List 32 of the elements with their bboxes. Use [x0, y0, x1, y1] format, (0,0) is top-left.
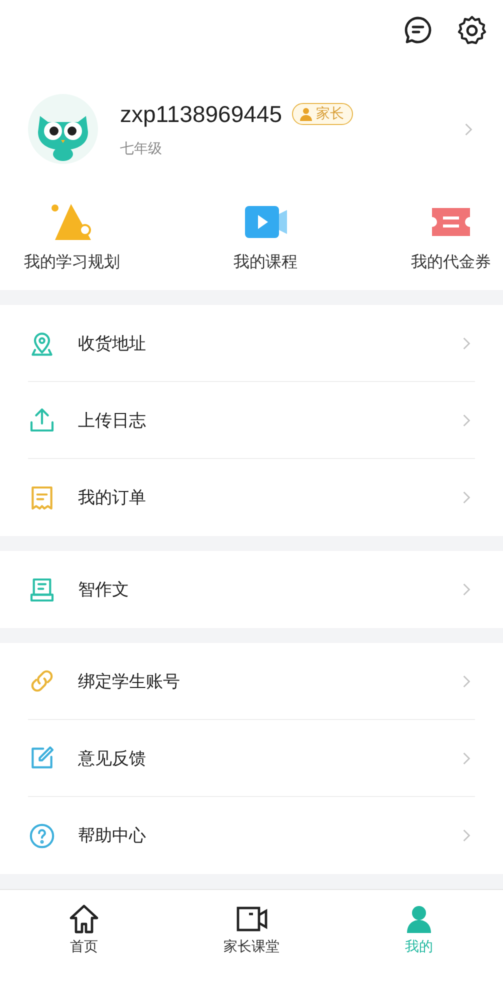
- username: zxp1138969445: [120, 100, 282, 128]
- owl-avatar[interactable]: [28, 94, 98, 164]
- shortcut-button[interactable]: 我的学习规划: [24, 202, 120, 290]
- menu-item[interactable]: 上传日志: [28, 382, 475, 459]
- chevron-icon: [464, 122, 473, 136]
- shortcut-button[interactable]: 我的课程: [234, 202, 298, 290]
- video-camera-icon: [236, 904, 268, 934]
- shortcut-button[interactable]: 我的代金券: [411, 202, 491, 290]
- grade-label: 七年级: [120, 140, 163, 158]
- chevron-icon: [462, 750, 471, 766]
- menu-item[interactable]: 收货地址: [28, 305, 475, 382]
- chevron-icon: [462, 336, 471, 350]
- chevron-icon: [462, 674, 471, 688]
- person-icon: [299, 107, 313, 121]
- message-icon[interactable]: [403, 15, 433, 45]
- help-icon: [28, 822, 56, 850]
- chevron-icon: [462, 412, 471, 428]
- chevron-icon: [462, 828, 471, 843]
- tab[interactable]: 家长课堂: [168, 904, 336, 974]
- menu-item[interactable]: 意见反馈: [28, 720, 475, 797]
- tab[interactable]: 首页: [0, 904, 168, 974]
- home-icon: [68, 904, 100, 934]
- upload-icon: [28, 406, 56, 434]
- settings-icon[interactable]: [457, 15, 487, 45]
- menu-item[interactable]: 智作文: [28, 551, 475, 628]
- chevron-icon: [462, 490, 471, 505]
- menu-item[interactable]: 绑定学生账号: [28, 643, 475, 720]
- chevron-icon: [462, 582, 471, 597]
- menu-item[interactable]: 帮助中心: [28, 797, 475, 874]
- role-badge: 家长: [292, 103, 353, 125]
- menu-item[interactable]: 我的订单: [28, 459, 475, 536]
- document-icon: [28, 576, 56, 604]
